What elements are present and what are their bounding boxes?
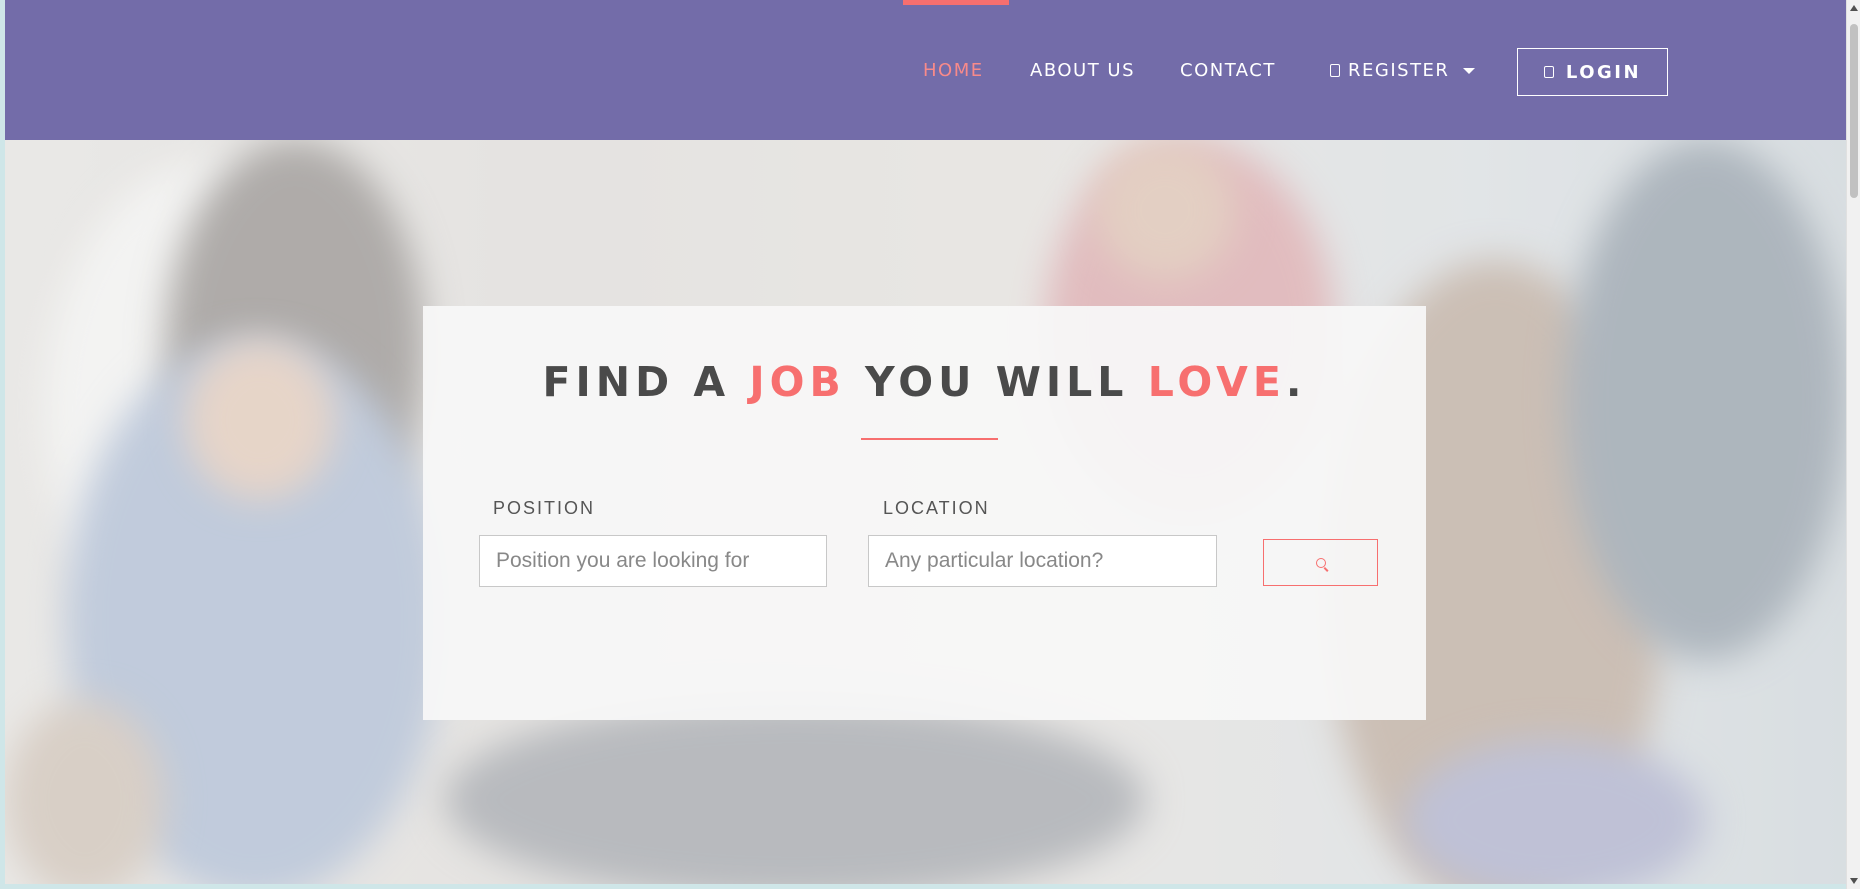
- scroll-down-arrow-icon[interactable]: [1850, 878, 1858, 884]
- headline-part3: .: [1285, 358, 1307, 406]
- navbar: HOME ABOUT US CONTACT REGISTER LOGIN: [5, 0, 1846, 140]
- lock-icon: [1543, 66, 1554, 78]
- headline-accent-job: JOB: [749, 358, 846, 406]
- position-label: POSITION: [493, 498, 596, 518]
- nav-about-link[interactable]: ABOUT US: [1030, 60, 1135, 81]
- job-search-card: FIND A JOB YOU WILL LOVE. POSITION LOCAT…: [423, 306, 1426, 720]
- search-icon: [1315, 557, 1326, 568]
- user-icon: [1330, 64, 1340, 77]
- headline-part2: YOU WILL: [845, 358, 1148, 406]
- login-label: LOGIN: [1565, 61, 1642, 83]
- scroll-up-arrow-icon[interactable]: [1850, 5, 1858, 11]
- caret-down-icon: [1463, 67, 1476, 74]
- page: HOME ABOUT US CONTACT REGISTER LOGIN FIN…: [5, 0, 1846, 884]
- search-button[interactable]: [1263, 539, 1378, 586]
- active-nav-indicator: [903, 0, 1009, 5]
- nav-home-link[interactable]: HOME: [923, 60, 984, 81]
- headline-part1: FIND A: [542, 358, 750, 406]
- page-scrollbar[interactable]: [1846, 0, 1860, 889]
- location-label: LOCATION: [883, 498, 990, 518]
- headline-divider: [861, 438, 998, 440]
- login-button[interactable]: LOGIN: [1517, 48, 1668, 96]
- position-input[interactable]: [479, 535, 827, 587]
- scroll-thumb[interactable]: [1850, 24, 1858, 198]
- nav-contact-link[interactable]: CONTACT: [1180, 60, 1276, 81]
- register-label: REGISTER: [1348, 60, 1450, 81]
- nav-register-dropdown[interactable]: REGISTER: [1330, 60, 1476, 81]
- hero-headline: FIND A JOB YOU WILL LOVE.: [423, 358, 1426, 406]
- headline-accent-love: LOVE: [1147, 358, 1286, 406]
- location-input[interactable]: [868, 535, 1217, 587]
